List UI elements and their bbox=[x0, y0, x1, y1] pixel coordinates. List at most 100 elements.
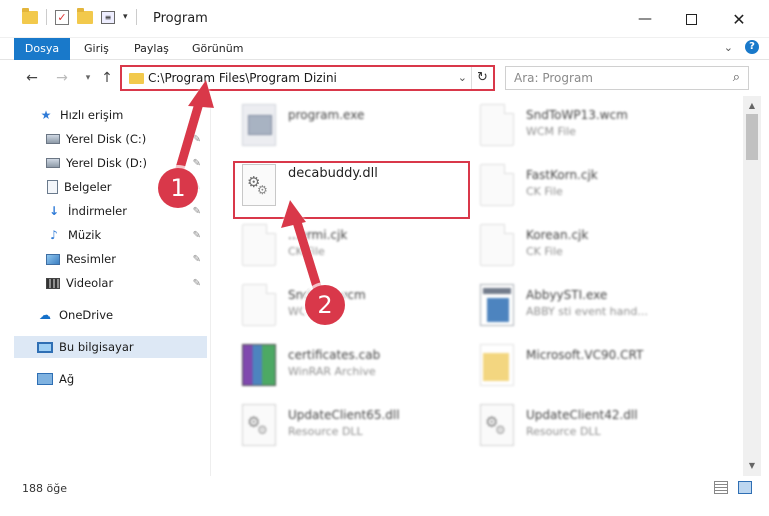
list-item[interactable]: certificates.cab WinRAR Archive bbox=[220, 338, 458, 396]
dll-icon bbox=[242, 404, 276, 446]
back-button[interactable]: ← bbox=[22, 68, 42, 88]
up-button[interactable]: ↑ bbox=[97, 68, 117, 88]
scroll-down-arrow-icon[interactable]: ▼ bbox=[743, 458, 761, 474]
document-icon bbox=[242, 224, 276, 266]
address-bar[interactable]: C:\Program Files\Program Dizini ⌄ ↻ bbox=[120, 65, 495, 91]
address-dropdown-icon[interactable]: ⌄ bbox=[458, 71, 467, 84]
file-name: program.exe bbox=[288, 108, 365, 122]
file-type: CK File bbox=[526, 245, 563, 258]
sidebar-item-label: İndirmeler bbox=[68, 204, 127, 218]
list-item[interactable]: AbbyySTI.exe ABBY sti event hand... bbox=[458, 278, 696, 336]
divider bbox=[46, 9, 47, 25]
app-icon bbox=[480, 284, 514, 326]
properties-icon[interactable]: ≡ bbox=[101, 10, 115, 24]
help-icon[interactable]: ? bbox=[745, 40, 759, 54]
file-name: ...ermi.cjk bbox=[288, 228, 348, 242]
pin-icon[interactable]: ✎ bbox=[193, 230, 201, 241]
sidebar-item-onedrive[interactable]: ☁ OneDrive bbox=[0, 304, 207, 326]
window-title: Program bbox=[153, 11, 208, 26]
documents-icon bbox=[47, 180, 58, 194]
sidebar-item-label: Resimler bbox=[66, 252, 116, 266]
pin-icon[interactable]: ✎ bbox=[193, 254, 201, 265]
file-name: Microsoft.VC90.CRT bbox=[526, 348, 644, 362]
step-1-badge: 1 bbox=[158, 168, 198, 208]
file-name: FastKorn.cjk bbox=[526, 168, 598, 182]
sidebar-item-label: Bu bilgisayar bbox=[59, 340, 134, 354]
file-name: UpdateClient42.dll bbox=[526, 408, 638, 422]
archive-icon bbox=[242, 344, 276, 386]
document-icon bbox=[480, 104, 514, 146]
tab-share[interactable]: Paylaş bbox=[134, 38, 169, 60]
large-icons-view-icon[interactable] bbox=[738, 481, 752, 494]
sidebar-item-label: Yerel Disk (C:) bbox=[66, 132, 147, 146]
file-name: AbbyySTI.exe bbox=[526, 288, 608, 302]
sidebar-item-local-disk-c[interactable]: Yerel Disk (C:) ✎ bbox=[0, 128, 207, 150]
forward-button[interactable]: → bbox=[52, 68, 72, 88]
file-name: UpdateClient65.dll bbox=[288, 408, 400, 422]
pin-icon[interactable]: ✎ bbox=[193, 206, 201, 217]
list-item[interactable]: program.exe bbox=[220, 98, 458, 156]
pin-icon[interactable]: ✎ bbox=[193, 158, 201, 169]
vertical-scrollbar[interactable]: ▲ ▼ bbox=[743, 96, 761, 476]
scroll-up-arrow-icon[interactable]: ▲ bbox=[743, 98, 761, 114]
address-path[interactable]: C:\Program Files\Program Dizini bbox=[148, 71, 337, 85]
ribbon-controls: ⌄ ? bbox=[724, 40, 759, 54]
file-type: Resource DLL bbox=[288, 425, 363, 438]
list-item[interactable]: UpdateClient65.dll Resource DLL bbox=[220, 398, 458, 456]
expand-ribbon-icon[interactable]: ⌄ bbox=[724, 41, 733, 54]
file-type: Resource DLL bbox=[526, 425, 601, 438]
minimize-button[interactable]: — bbox=[622, 0, 668, 38]
sidebar-item-label: Müzik bbox=[68, 228, 102, 242]
list-item[interactable]: Microsoft.VC90.CRT bbox=[458, 338, 696, 396]
file-name: SndToWP13.wcm bbox=[526, 108, 628, 122]
tab-view[interactable]: Görünüm bbox=[192, 38, 243, 60]
maximize-button[interactable] bbox=[668, 0, 714, 38]
details-view-icon[interactable] bbox=[714, 481, 728, 494]
sidebar-item-videos[interactable]: Videolar ✎ bbox=[0, 272, 207, 294]
sidebar-item-network[interactable]: Ağ bbox=[0, 368, 207, 390]
item-count: 188 öğe bbox=[22, 482, 67, 495]
exe-icon bbox=[242, 104, 276, 146]
pin-icon[interactable]: ✎ bbox=[193, 278, 201, 289]
refresh-button[interactable]: ↻ bbox=[471, 67, 493, 89]
properties-check-icon[interactable]: ✓ bbox=[55, 9, 69, 25]
title-bar: ✓ ≡ ▾ Program — ✕ bbox=[0, 0, 769, 38]
quick-access-toolbar: ✓ ≡ ▾ bbox=[22, 7, 137, 25]
disk-icon bbox=[46, 134, 60, 144]
cloud-icon: ☁ bbox=[39, 308, 51, 322]
search-input[interactable]: Ara: Program bbox=[514, 71, 593, 85]
step-2-badge: 2 bbox=[305, 285, 345, 325]
close-button[interactable]: ✕ bbox=[716, 0, 762, 38]
sidebar-item-label: Videolar bbox=[66, 276, 114, 290]
file-name: certificates.cab bbox=[288, 348, 381, 362]
sidebar-item-this-pc[interactable]: Bu bilgisayar bbox=[14, 336, 207, 358]
network-icon bbox=[37, 373, 53, 385]
sidebar-item-quick-access[interactable]: ★ Hızlı erişim bbox=[0, 104, 207, 126]
search-box[interactable]: Ara: Program ⌕ bbox=[505, 66, 749, 90]
scrollbar-thumb[interactable] bbox=[746, 114, 758, 160]
pictures-icon bbox=[46, 253, 60, 265]
list-item[interactable]: FastKorn.cjk CK File bbox=[458, 158, 696, 216]
customize-toolbar-chevron-icon[interactable]: ▾ bbox=[123, 12, 128, 22]
star-icon: ★ bbox=[40, 108, 52, 122]
dll-icon bbox=[480, 404, 514, 446]
music-icon: ♪ bbox=[50, 228, 58, 242]
sidebar-item-music[interactable]: ♪ Müzik ✎ bbox=[0, 224, 207, 246]
divider bbox=[135, 9, 137, 25]
videos-icon bbox=[46, 277, 60, 289]
folder-icon bbox=[480, 344, 514, 386]
list-item[interactable]: SndToWP13.wcm WCM File bbox=[458, 98, 696, 156]
recent-locations-button[interactable]: ▾ bbox=[78, 68, 98, 88]
tab-file[interactable]: Dosya bbox=[14, 38, 70, 60]
sidebar-item-pictures[interactable]: Resimler ✎ bbox=[0, 248, 207, 270]
ribbon: Dosya Giriş Paylaş Görünüm ⌄ ? bbox=[0, 38, 769, 60]
disk-icon bbox=[46, 158, 60, 168]
list-item[interactable]: Korean.cjk CK File bbox=[458, 218, 696, 276]
tab-home[interactable]: Giriş bbox=[84, 38, 109, 60]
pin-icon[interactable]: ✎ bbox=[193, 134, 201, 145]
file-type: WCM File bbox=[526, 125, 576, 138]
status-bar: 188 öğe bbox=[0, 476, 769, 516]
new-folder-icon[interactable] bbox=[77, 7, 93, 24]
list-item[interactable]: UpdateClient42.dll Resource DLL bbox=[458, 398, 696, 456]
list-item[interactable]: ...ermi.cjk CK File bbox=[220, 218, 458, 276]
